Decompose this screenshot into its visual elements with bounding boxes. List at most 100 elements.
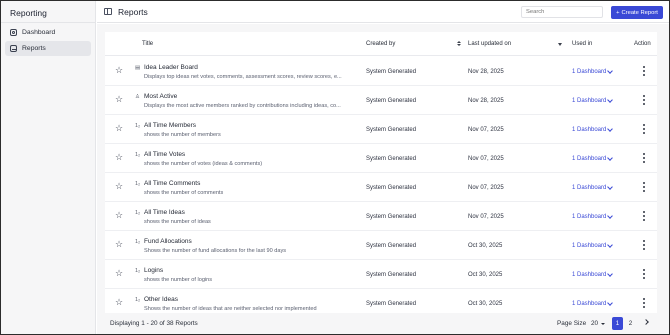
column-header-title: Title [142,41,154,47]
star-icon[interactable]: ☆ [115,211,123,220]
star-icon[interactable]: ☆ [115,269,123,278]
page-button-1[interactable]: 1 [612,317,623,330]
report-type-icon: 1₂ [135,181,141,187]
report-type-icon: 1₂ [135,210,141,216]
page-size-label: Page Size [557,320,587,327]
created-by: System Generated [366,243,417,249]
column-header-used-in: Used in [572,41,593,47]
more-actions-icon[interactable] [642,240,645,250]
more-actions-icon[interactable] [642,182,645,192]
more-actions-icon[interactable] [642,153,645,163]
created-by: System Generated [366,214,417,220]
report-title[interactable]: All Time Comments [144,180,200,187]
page-title: Reports [118,7,148,17]
search-input[interactable] [521,6,603,18]
star-icon[interactable]: ☆ [115,124,123,133]
column-header-last-updated[interactable]: Last updated on [468,41,511,47]
more-actions-icon[interactable] [642,298,645,308]
used-in-dropdown[interactable]: 1 Dashboard [572,301,606,307]
used-in-dropdown[interactable]: 1 Dashboard [572,156,606,162]
table-row[interactable]: ☆ 1₂ All Time Comments shows the number of … [105,173,657,202]
report-title[interactable]: Idea Leader Board [144,64,198,71]
report-type-icon: 1₂ [135,152,141,158]
table-row[interactable]: ☆ 1₂ Fund Allocations Shows the number of f… [105,231,657,260]
report-title[interactable]: All Time Votes [144,151,185,158]
chevron-down-icon[interactable] [601,323,605,325]
chevron-down-icon[interactable] [607,271,613,277]
table-row[interactable]: ☆ 1₂ All Time Ideas shows the number of ide… [105,202,657,231]
used-in-dropdown[interactable]: 1 Dashboard [572,272,606,278]
report-title[interactable]: Logins [144,267,163,274]
report-title[interactable]: All Time Ideas [144,209,185,216]
app-window: Reporting Dashboard Reports Reports + Cr… [0,0,670,335]
report-title[interactable]: Other Ideas [144,296,178,303]
create-report-button[interactable]: + Create Report [611,6,663,19]
report-description: shows the number of ideas [144,219,211,225]
report-description: Shows the number of fund allocations for… [144,248,287,254]
used-in-dropdown[interactable]: 1 Dashboard [572,243,606,249]
more-actions-icon[interactable] [642,124,645,134]
report-description: shows the number of members [144,132,221,138]
more-actions-icon[interactable] [642,95,645,105]
star-icon[interactable]: ☆ [115,153,123,162]
sidebar-title: Reporting [10,8,47,18]
chevron-down-icon[interactable] [607,155,613,161]
sidebar-item-label: Dashboard [22,29,56,36]
chevron-down-icon[interactable] [607,213,613,219]
report-description: shows the number of comments [144,190,224,196]
star-icon[interactable]: ☆ [115,66,123,75]
chevron-down-icon[interactable] [607,126,613,132]
sort-desc-icon[interactable] [558,43,562,46]
report-description: shows the number of votes (ideas & comme… [144,161,263,167]
sort-icon[interactable] [457,41,461,47]
create-report-label: Create Report [621,9,658,16]
page-size-select[interactable]: 20 [591,320,598,327]
sidebar-item-reports[interactable]: Reports [5,41,91,56]
chevron-down-icon[interactable] [607,242,613,248]
table-row[interactable]: ☆ ♙ Most Active Displays the most active me… [105,86,657,115]
used-in-dropdown[interactable]: 1 Dashboard [572,98,606,104]
used-in-dropdown[interactable]: 1 Dashboard [572,214,606,220]
table-row[interactable]: ☆ 1₂ All Time Members shows the number of m… [105,115,657,144]
star-icon[interactable]: ☆ [115,95,123,104]
sidebar-item-label: Reports [22,45,46,52]
report-title[interactable]: Most Active [144,93,177,100]
created-by: System Generated [366,98,417,104]
chevron-down-icon[interactable] [607,97,613,103]
dashboard-icon [10,29,17,36]
page-button-2[interactable]: 2 [625,317,636,330]
more-actions-icon[interactable] [642,211,645,221]
report-type-icon: 1₂ [135,297,141,303]
used-in-dropdown[interactable]: 1 Dashboard [572,185,606,191]
report-type-icon: ♙ [135,94,140,100]
last-updated: Nov 07, 2025 [468,214,504,220]
star-icon[interactable]: ☆ [115,240,123,249]
table-row[interactable]: ☆ 1₂ All Time Votes shows the number of vot… [105,144,657,173]
sidebar: Reporting Dashboard Reports [1,1,96,334]
report-title[interactable]: Fund Allocations [144,238,192,245]
toggle-sidebar-icon[interactable] [104,8,112,15]
star-icon[interactable]: ☆ [115,298,123,307]
chevron-down-icon[interactable] [607,184,613,190]
reports-icon [10,45,17,52]
next-page-icon[interactable] [643,319,649,325]
chevron-down-icon[interactable] [607,300,613,306]
used-in-dropdown[interactable]: 1 Dashboard [572,69,606,75]
table-row[interactable]: ☆ ▤ Idea Leader Board Displays top ideas ne… [105,57,657,86]
table-header: Title Created by Last updated on Used in… [105,32,657,56]
report-type-icon: 1₂ [135,268,141,274]
table-row[interactable]: ☆ 1₂ Logins shows the number of logins Syste… [105,260,657,289]
star-icon[interactable]: ☆ [115,182,123,191]
last-updated: Nov 07, 2025 [468,127,504,133]
top-header: Reports + Create Report [97,1,669,23]
used-in-dropdown[interactable]: 1 Dashboard [572,127,606,133]
column-header-created-by[interactable]: Created by [366,41,395,47]
sidebar-item-dashboard[interactable]: Dashboard [5,25,91,40]
more-actions-icon[interactable] [642,269,645,279]
chevron-down-icon[interactable] [607,68,613,74]
report-title[interactable]: All Time Members [144,122,196,129]
displaying-count: Displaying 1 - 20 of 38 Reports [110,320,198,327]
more-actions-icon[interactable] [642,66,645,76]
main-content: Title Created by Last updated on Used in… [97,24,669,334]
last-updated: Oct 30, 2025 [468,272,503,278]
